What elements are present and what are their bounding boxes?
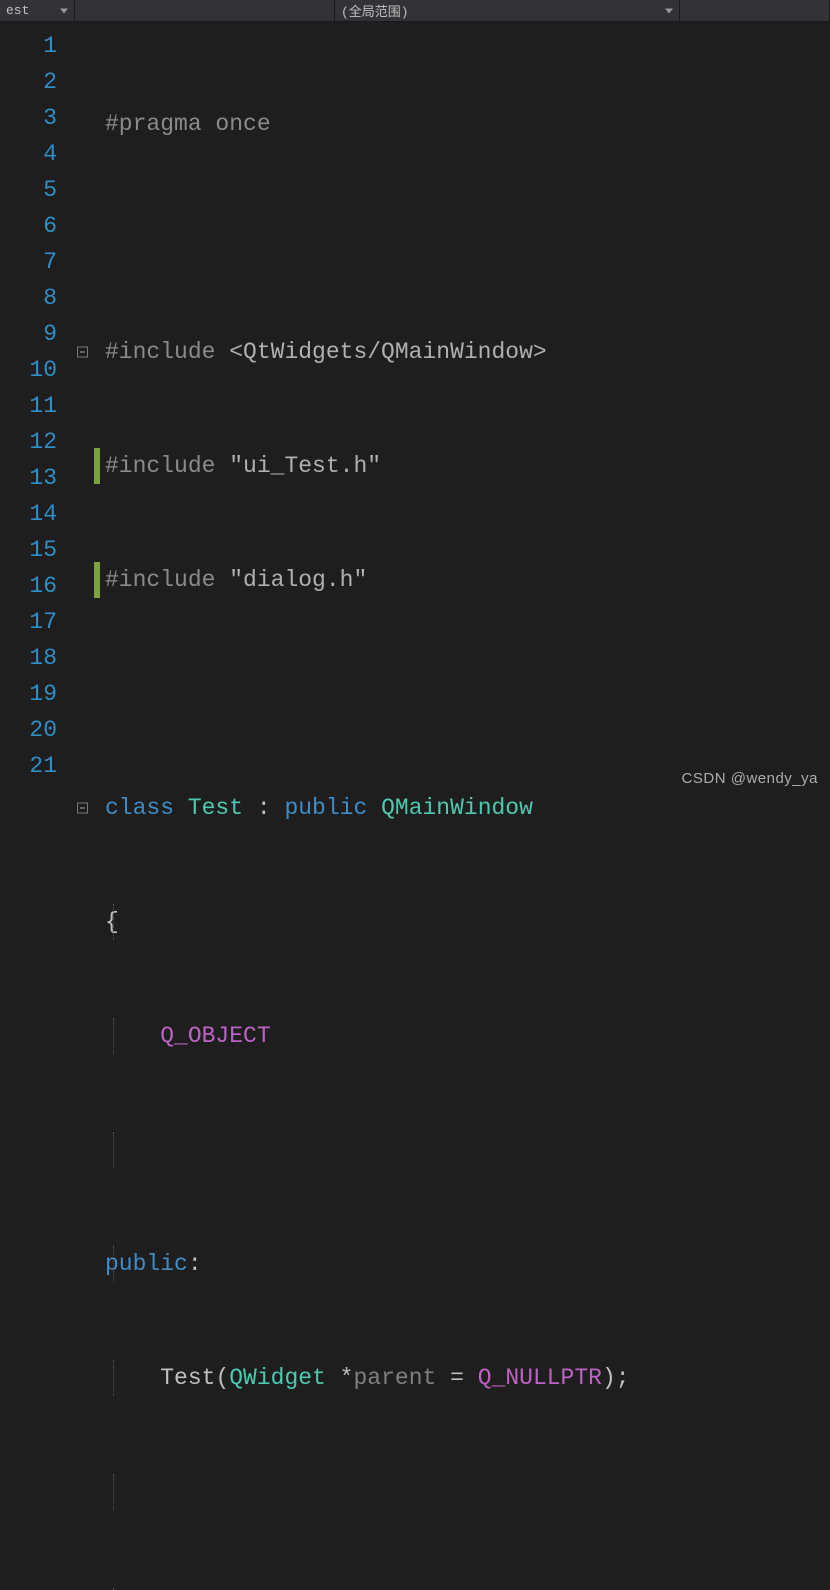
fold-toggle-icon[interactable] bbox=[77, 347, 88, 358]
line-number: 3 bbox=[0, 100, 57, 136]
line-number: 8 bbox=[0, 280, 57, 316]
line-number: 1 bbox=[0, 28, 57, 64]
line-number: 14 bbox=[0, 496, 57, 532]
fold-toggle-icon[interactable] bbox=[77, 803, 88, 814]
watermark: CSDN @wendy_ya bbox=[682, 770, 818, 787]
line-number: 7 bbox=[0, 244, 57, 280]
access-specifier: public bbox=[105, 1251, 188, 1277]
line-number: 4 bbox=[0, 136, 57, 172]
line-number: 11 bbox=[0, 388, 57, 424]
preprocessor: #include bbox=[105, 339, 229, 365]
scope-dropdown-right[interactable]: (全局范围) bbox=[335, 0, 680, 21]
editor-toolbar: est (全局范围) bbox=[0, 0, 830, 22]
include-path: <QtWidgets/QMainWindow> bbox=[229, 339, 546, 365]
line-number: 2 bbox=[0, 64, 57, 100]
line-number: 18 bbox=[0, 640, 57, 676]
chevron-down-icon bbox=[60, 8, 68, 13]
line-number: 21 bbox=[0, 748, 57, 784]
line-number: 20 bbox=[0, 712, 57, 748]
base-class: QMainWindow bbox=[367, 795, 533, 821]
scope-label-left: est bbox=[6, 3, 29, 18]
line-number: 19 bbox=[0, 676, 57, 712]
preprocessor: #pragma bbox=[105, 111, 202, 137]
scope-label-right: (全局范围) bbox=[341, 1, 409, 20]
line-number: 6 bbox=[0, 208, 57, 244]
line-number: 9 bbox=[0, 316, 57, 352]
modification-marker bbox=[94, 448, 100, 484]
line-number: 12 bbox=[0, 424, 57, 460]
constructor: Test bbox=[160, 1365, 215, 1391]
line-number: 10 bbox=[0, 352, 57, 388]
macro: Q_OBJECT bbox=[160, 1023, 270, 1049]
line-number: 5 bbox=[0, 172, 57, 208]
line-number: 16 bbox=[0, 568, 57, 604]
code-content[interactable]: #pragma once #include <QtWidgets/QMainWi… bbox=[75, 22, 830, 795]
class-name: Test bbox=[174, 795, 257, 821]
code-editor[interactable]: 1 2 3 4 5 6 7 8 9 10 11 12 13 14 15 16 1… bbox=[0, 22, 830, 795]
include-string: "dialog.h" bbox=[229, 567, 367, 593]
line-number: 17 bbox=[0, 604, 57, 640]
line-number: 15 bbox=[0, 532, 57, 568]
include-string: "ui_Test.h" bbox=[229, 453, 381, 479]
line-number-gutter: 1 2 3 4 5 6 7 8 9 10 11 12 13 14 15 16 1… bbox=[0, 22, 75, 795]
keyword: class bbox=[105, 795, 174, 821]
modification-marker bbox=[94, 562, 100, 598]
line-number: 13 bbox=[0, 460, 57, 496]
chevron-down-icon bbox=[665, 8, 673, 13]
scope-dropdown-left[interactable]: est bbox=[0, 0, 75, 21]
